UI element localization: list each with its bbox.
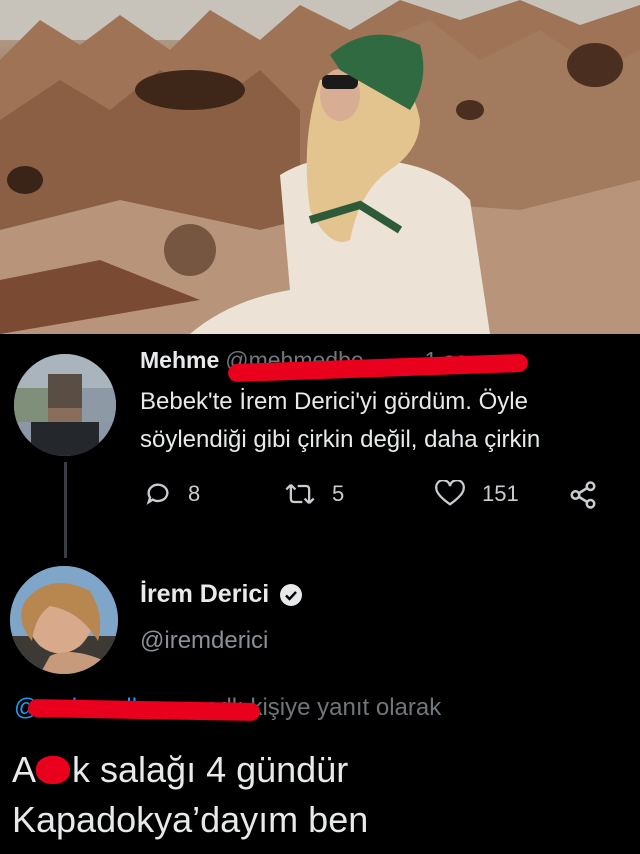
reply-text-start: A [12,749,37,790]
tweet-photo[interactable] [0,0,640,334]
reply-text-rest: k salağı 4 gündür [72,749,349,790]
reply-author-name-row: İrem Derici [140,580,303,609]
reply-tweet-text: Ak salağı 4 gündür Kapadokya’dayım ben [12,745,368,845]
reply-author-avatar[interactable] [10,566,118,674]
tweet-action-bar: 8 5 151 [140,480,640,516]
share-icon [570,481,596,509]
reply-text-line-2: Kapadokya’dayım ben [12,799,369,840]
original-tweet-text: Bebek'te İrem Derici'yi gördüm. Öyle söy… [140,383,540,459]
retweet-count: 5 [332,481,345,506]
original-author-name[interactable]: Mehme [140,347,219,373]
like-icon [435,480,465,506]
retweet-icon [285,484,315,504]
verified-badge-icon [280,583,303,606]
reply-action[interactable]: 8 [144,480,200,508]
like-action[interactable]: 151 [434,480,519,508]
reply-author-handle[interactable]: @iremderici [140,627,268,655]
cappadocia-landscape-image [0,0,640,334]
redaction-blob [36,756,71,784]
tweet-text-line-2: söylendiği gibi çirkin değil, daha çirki… [140,426,541,453]
original-author-avatar[interactable] [14,354,116,456]
retweet-action[interactable]: 5 [284,480,344,508]
reply-author-name[interactable]: İrem Derici [140,580,269,609]
avatar-photo-image [10,566,118,674]
reply-icon [146,483,169,505]
share-action[interactable] [568,480,598,510]
like-count: 151 [482,481,519,506]
tweet-text-line-1: Bebek'te İrem Derici'yi gördüm. Öyle [140,388,528,415]
reply-text-line-1: Ak salağı 4 gündür [12,745,368,795]
thread-connector-line [64,462,67,558]
reply-count: 8 [188,481,201,506]
